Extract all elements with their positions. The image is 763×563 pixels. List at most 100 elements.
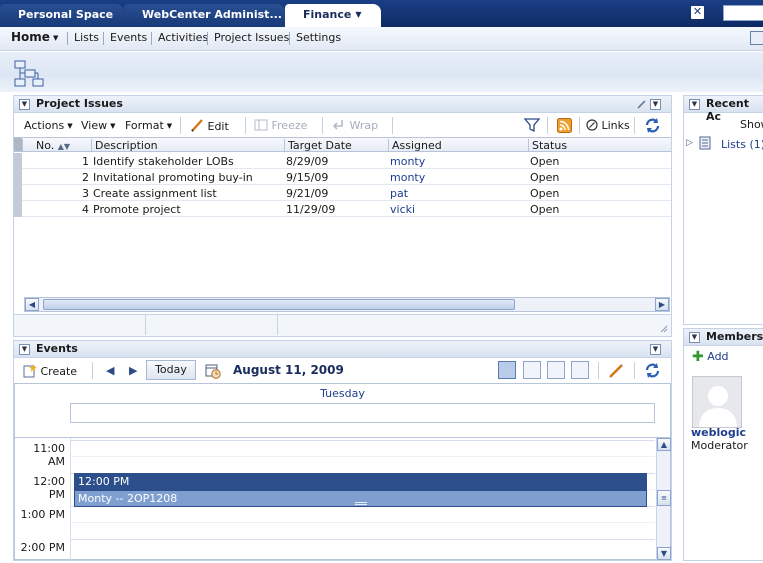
- collapse-icon[interactable]: ▼: [19, 99, 30, 110]
- table-row[interactable]: 3 Create assignment list 9/21/09 pat Ope…: [14, 185, 671, 201]
- week-view-icon[interactable]: [571, 361, 589, 379]
- column-header-no[interactable]: No. ▲▼: [22, 139, 91, 152]
- calendar-event[interactable]: 12:00 PM Monty -- 2OP1208: [74, 473, 647, 507]
- day-calendar: Tuesday 11:00 AM 12:00 PM 1:00 PM 2:00 P…: [14, 383, 671, 560]
- row-selector[interactable]: [14, 153, 22, 169]
- collapse-icon[interactable]: ▼: [19, 344, 30, 355]
- chevron-down-icon[interactable]: ▼: [53, 34, 58, 42]
- nav-events[interactable]: Events: [110, 31, 147, 44]
- column-header-status[interactable]: Status: [528, 139, 671, 152]
- view-menu[interactable]: View ▼: [81, 119, 116, 132]
- column-header-target-date[interactable]: Target Date: [284, 139, 388, 152]
- list-view-icon[interactable]: [523, 361, 541, 379]
- tab-webcenter-administration[interactable]: WebCenter Administ...: [124, 4, 285, 27]
- cell-description: Promote project: [93, 203, 181, 216]
- actions-menu[interactable]: Actions ▼: [24, 119, 73, 132]
- table-row[interactable]: 4 Promote project 11/29/09 vicki Open: [14, 201, 671, 217]
- resize-grip-icon[interactable]: [660, 325, 668, 333]
- column-header-description[interactable]: Description: [91, 139, 284, 152]
- nav-activities[interactable]: Activities: [158, 31, 208, 44]
- nav-lists[interactable]: Lists: [74, 31, 99, 44]
- pencil-icon[interactable]: [636, 99, 647, 110]
- footer-divider: [277, 315, 278, 335]
- document-icon[interactable]: [750, 31, 763, 45]
- refresh-icon[interactable]: [644, 362, 661, 379]
- add-member-button[interactable]: ✚ Add: [692, 349, 729, 365]
- panel-menu-icon[interactable]: ▼: [650, 99, 661, 110]
- pencil-icon[interactable]: [608, 363, 624, 379]
- cell-status: Open: [530, 203, 560, 216]
- member-role: Moderator: [691, 439, 748, 452]
- refresh-icon[interactable]: [644, 117, 661, 134]
- today-button[interactable]: Today: [146, 360, 196, 380]
- filter-icon[interactable]: [524, 117, 540, 133]
- links-label: Links: [601, 119, 630, 132]
- column-header-assigned[interactable]: Assigned: [388, 139, 528, 152]
- member-name[interactable]: weblogic: [691, 426, 746, 439]
- scrollbar-thumb[interactable]: [43, 299, 515, 310]
- lists-link[interactable]: Lists (1): [721, 138, 763, 151]
- cell-assigned-link[interactable]: pat: [390, 187, 408, 200]
- vertical-scrollbar[interactable]: ▲ ≡ ▼: [656, 438, 671, 560]
- format-menu[interactable]: Format ▼: [125, 119, 172, 132]
- chevron-down-icon: ▼: [110, 122, 116, 130]
- all-day-events-area[interactable]: [70, 403, 655, 423]
- resize-handle[interactable]: [355, 502, 367, 505]
- nav-home[interactable]: Home ▼: [11, 30, 58, 44]
- links-button[interactable]: Links: [586, 119, 630, 132]
- collapse-icon[interactable]: ▼: [689, 99, 700, 110]
- toolbar-divider: [634, 362, 635, 379]
- add-label: Add: [707, 350, 729, 363]
- freeze-button[interactable]: Freeze: [254, 119, 307, 132]
- scroll-down-icon[interactable]: ▼: [657, 547, 671, 560]
- row-selector[interactable]: [14, 185, 22, 201]
- row-selector[interactable]: [14, 201, 22, 217]
- day-view-icon[interactable]: [498, 361, 516, 379]
- cell-assigned-link[interactable]: monty: [390, 171, 425, 184]
- project-issues-table: No. ▲▼ Description Target Date Assigned …: [14, 137, 671, 297]
- tab-finance[interactable]: Finance ▼: [285, 4, 381, 27]
- sitemap-icon[interactable]: [14, 60, 44, 88]
- toolbar-divider: [579, 117, 580, 134]
- scroll-right-icon[interactable]: ▶: [655, 298, 669, 311]
- panel-header: ▼ Recent Ac: [684, 96, 763, 123]
- expand-icon[interactable]: ▷: [686, 138, 693, 148]
- wrap-button[interactable]: Wrap: [332, 119, 378, 132]
- scroll-left-icon[interactable]: ◀: [25, 298, 39, 311]
- tab-label: Personal Space: [18, 8, 114, 21]
- tab-personal-space[interactable]: Personal Space: [0, 4, 124, 27]
- panel-menu-icon[interactable]: ▼: [650, 344, 661, 355]
- month-view-icon[interactable]: [547, 361, 565, 379]
- close-icon[interactable]: ✕: [691, 6, 704, 19]
- edit-button[interactable]: Edit: [190, 119, 229, 133]
- link-icon: [586, 119, 598, 131]
- event-time: 12:00 PM: [75, 474, 646, 491]
- show-filter[interactable]: Show: [740, 118, 763, 131]
- toolbar-divider: [547, 117, 548, 134]
- collapse-icon[interactable]: ▼: [689, 332, 700, 343]
- cell-target-date: 11/29/09: [286, 203, 336, 216]
- calendar-clock-icon[interactable]: [205, 363, 221, 379]
- cell-assigned-link[interactable]: vicki: [390, 203, 415, 216]
- cell-description: Invitational promoting buy-in: [93, 171, 253, 184]
- table-row[interactable]: 2 Invitational promoting buy-in 9/15/09 …: [14, 169, 671, 185]
- day-name[interactable]: Tuesday: [15, 387, 670, 400]
- cell-assigned-link[interactable]: monty: [390, 155, 425, 168]
- sort-icon[interactable]: ▲▼: [58, 142, 70, 151]
- half-hour-gridline: [70, 456, 655, 457]
- nav-project-issues[interactable]: Project Issues: [214, 31, 289, 44]
- horizontal-scrollbar[interactable]: ◀ ▶: [24, 297, 670, 312]
- scrollbar-thumb[interactable]: ≡: [657, 490, 671, 506]
- search-input[interactable]: [723, 5, 763, 21]
- hour-label: 1:00 PM: [20, 508, 65, 521]
- chevron-down-icon[interactable]: ▼: [355, 4, 361, 26]
- previous-day-icon[interactable]: ◀: [106, 364, 114, 377]
- rss-icon[interactable]: [557, 118, 572, 133]
- row-selector[interactable]: [14, 169, 22, 185]
- avatar[interactable]: [692, 376, 742, 428]
- create-event-button[interactable]: Create: [23, 364, 77, 378]
- scroll-up-icon[interactable]: ▲: [657, 438, 671, 451]
- table-row[interactable]: 1 Identify stakeholder LOBs 8/29/09 mont…: [14, 153, 671, 169]
- next-day-icon[interactable]: ▶: [129, 364, 137, 377]
- nav-settings[interactable]: Settings: [296, 31, 341, 44]
